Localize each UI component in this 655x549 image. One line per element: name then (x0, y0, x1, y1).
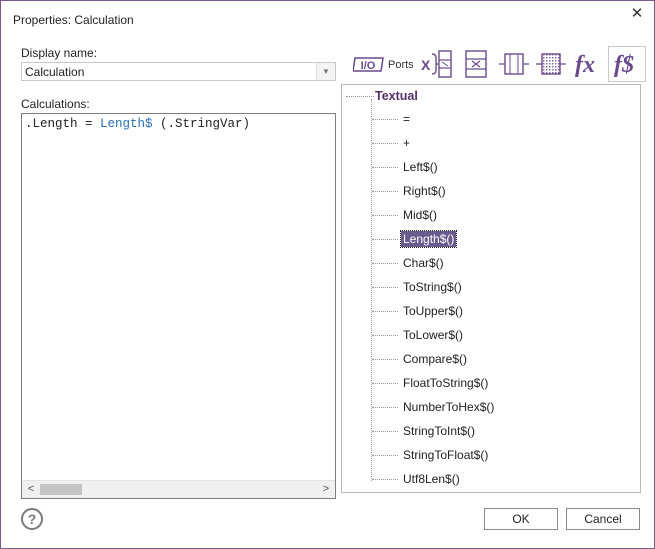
tree-item[interactable]: Length$() (372, 230, 458, 248)
tree-item-label: ToString$() (403, 280, 462, 294)
display-name-combobox[interactable]: ▼ (21, 62, 336, 81)
tree-connector (372, 238, 398, 240)
tree-item[interactable]: Left$() (372, 158, 440, 176)
tree-item-label: NumberToHex$() (403, 400, 495, 414)
tree-item-label: Left$() (403, 160, 438, 174)
fx-function-button[interactable]: fx (573, 48, 605, 80)
tree-item-label: FloatToString$() (403, 376, 489, 390)
tree-connector (372, 310, 398, 312)
tree-connector (372, 214, 398, 216)
tree-connector (372, 382, 398, 384)
io-ports-button[interactable]: I/O Ports (353, 48, 413, 80)
x-glyph: X (421, 57, 431, 73)
chevron-down-icon[interactable]: ▼ (316, 63, 335, 80)
tree-item-label: StringToFloat$() (403, 448, 489, 462)
tree-item[interactable]: StringToInt$() (372, 422, 477, 440)
boolean-block-button[interactable] (462, 48, 490, 80)
tree-connector (372, 190, 398, 192)
tree-item-label: Compare$() (403, 352, 468, 366)
tree-item[interactable]: ToUpper$() (372, 302, 465, 320)
tree-item[interactable]: FloatToString$() (372, 374, 490, 392)
tree-item[interactable]: Utf8Len$() (372, 470, 462, 488)
calculations-editor[interactable]: .Length = Length$ (.StringVar) < > (21, 113, 336, 499)
tree-item-label: + (403, 136, 411, 150)
tree-item-label: Char$() (403, 256, 444, 270)
fs-icon: f$ (614, 52, 634, 78)
fx-icon: fx (575, 52, 595, 78)
code-function: Length$ (100, 117, 153, 131)
help-icon[interactable]: ? (21, 508, 43, 530)
tree-item-label: Mid$() (403, 208, 438, 222)
cross-connect-icon: X (421, 50, 452, 78)
function-tree[interactable]: Textual = + Left$() Right$() Mid$() Length$()… (341, 84, 641, 493)
tree-item[interactable]: Char$() (372, 254, 446, 272)
io-ports-icon: I/O Ports (353, 57, 413, 72)
tree-item-label: ToUpper$() (403, 304, 464, 318)
tree-item[interactable]: StringToFloat$() (372, 446, 490, 464)
cancel-button[interactable]: Cancel (566, 508, 640, 530)
window-title: Properties: Calculation (13, 13, 134, 27)
tree-connector (372, 454, 398, 456)
scroll-right-icon[interactable]: > (318, 481, 334, 498)
tree-connector (372, 166, 398, 168)
tree-item[interactable]: Mid$() (372, 206, 439, 224)
fs-label: f$ (614, 52, 634, 78)
tree-item-label: StringToInt$() (403, 424, 476, 438)
scrollbar-thumb[interactable] (40, 484, 82, 495)
tree-root-connector (346, 96, 374, 97)
tree-connector (372, 118, 398, 120)
ok-button[interactable]: OK (484, 508, 558, 530)
tree-item-label: Utf8Len$() (403, 472, 460, 486)
tree-connector (372, 334, 398, 336)
tree-item[interactable]: + (372, 134, 412, 152)
display-name-label: Display name: (21, 46, 98, 60)
tree-item-label: Right$() (403, 184, 446, 198)
io-label: I/O (361, 60, 376, 72)
tree-connector (372, 286, 398, 288)
memory-block-icon (499, 53, 529, 75)
boolean-block-icon (465, 50, 487, 78)
array-block-button[interactable] (534, 48, 568, 80)
close-icon[interactable]: ✕ (627, 5, 647, 25)
tree-root-textual[interactable]: Textual (375, 89, 418, 103)
tree-item[interactable]: = (372, 110, 412, 128)
tree-item-label: ToLower$() (403, 328, 464, 342)
tree-connector (372, 406, 398, 408)
code-arguments: (.StringVar) (152, 117, 251, 131)
tree-connector (372, 262, 398, 264)
tree-connector (372, 358, 398, 360)
tree-item[interactable]: Compare$() (372, 350, 469, 368)
scroll-left-icon[interactable]: < (23, 481, 39, 498)
tree-item[interactable]: NumberToHex$() (372, 398, 496, 416)
tree-item-label: = (403, 112, 411, 126)
tree-connector (372, 430, 398, 432)
ports-label: Ports (388, 59, 413, 71)
fs-string-function-button[interactable]: f$ (608, 46, 646, 82)
tree-item[interactable]: Right$() (372, 182, 448, 200)
tree-connector (372, 142, 398, 144)
display-name-input[interactable] (22, 63, 320, 80)
tree-connector (372, 478, 398, 480)
calculations-label: Calculations: (21, 97, 90, 111)
code-line: .Length = Length$ (.StringVar) (25, 117, 250, 131)
fx-label: fx (575, 52, 595, 78)
tree-item[interactable]: ToLower$() (372, 326, 465, 344)
cross-connect-button[interactable]: X (420, 48, 454, 80)
array-block-icon (536, 53, 566, 75)
properties-dialog: Properties: Calculation ✕ Display name: … (0, 0, 655, 549)
tree-item-label: Length$() (399, 230, 458, 248)
memory-block-button[interactable] (497, 48, 531, 80)
tree-item[interactable]: ToString$() (372, 278, 464, 296)
code-variable: .Length = (25, 117, 101, 131)
horizontal-scrollbar[interactable]: < > (22, 480, 335, 498)
